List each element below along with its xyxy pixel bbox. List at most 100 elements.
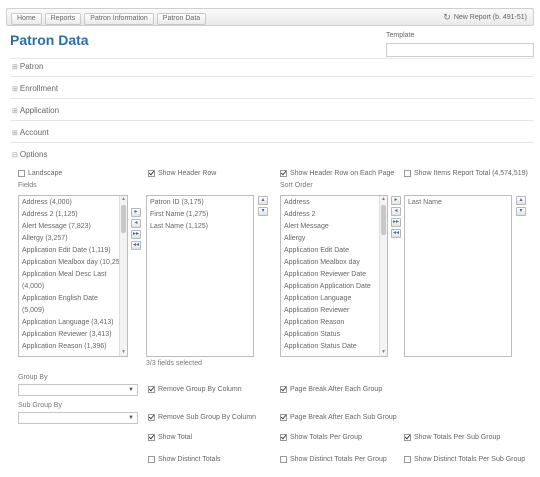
sort-available-item[interactable]: Allergy	[281, 232, 387, 244]
checkbox-box[interactable]	[280, 456, 287, 463]
available-field-item[interactable]: (5,009)	[19, 304, 127, 316]
add-all-fields-button[interactable]: ▸▸	[131, 230, 141, 239]
available-field-item[interactable]: Alert Message (7,823)	[19, 220, 127, 232]
checkbox-box[interactable]	[280, 414, 287, 421]
checkbox-box[interactable]	[280, 386, 287, 393]
add-field-button[interactable]: ▸	[131, 208, 141, 217]
move-field-down-button[interactable]: ▾	[258, 207, 268, 216]
scroll-down-icon[interactable]: ▼	[380, 349, 387, 356]
remove-group-by-column-checkbox[interactable]: Remove Group By Column	[148, 386, 242, 393]
show-header-row-each-page-checkbox[interactable]: Show Header Row on Each Page	[280, 170, 394, 177]
sort-available-item[interactable]: Application Application Date	[281, 280, 387, 292]
sort-available-item[interactable]: Application Status	[281, 328, 387, 340]
new-report-button[interactable]: ↻ New Report (b. 491-51)	[443, 13, 527, 22]
sort-selected-list[interactable]: Last Name	[404, 195, 512, 357]
new-report-label: New Report (b. 491-51)	[453, 14, 527, 21]
section-enrollment[interactable]: ⊞ Enrollment	[12, 84, 58, 93]
add-sort-button[interactable]: ▸	[391, 196, 401, 205]
page-break-each-sub-group-checkbox[interactable]: Page Break After Each Sub Group	[280, 414, 397, 421]
add-all-sort-button[interactable]: ▸▸	[391, 218, 401, 227]
sort-available-item[interactable]: Application Status Date	[281, 340, 387, 352]
scroll-up-icon[interactable]: ▲	[120, 196, 127, 203]
selected-field-item[interactable]: Last Name (1,125)	[147, 220, 253, 232]
sort-available-item[interactable]: Application Reviewer Date	[281, 268, 387, 280]
sort-available-item[interactable]: Address	[281, 196, 387, 208]
show-distinct-totals-per-sub-group-checkbox[interactable]: Show Distinct Totals Per Sub Group	[404, 456, 525, 463]
sort-available-list[interactable]: Address Address 2 Alert Message Allergy Appl…	[280, 195, 388, 357]
remove-all-fields-button[interactable]: ◂◂	[131, 241, 141, 250]
sort-available-item[interactable]: Address 2	[281, 208, 387, 220]
sort-selected-items: Last Name	[405, 196, 511, 208]
available-field-item[interactable]: (4,000)	[19, 280, 127, 292]
checkbox-box[interactable]	[148, 414, 155, 421]
remove-field-button[interactable]: ◂	[131, 219, 141, 228]
template-label: Template	[386, 32, 415, 39]
group-by-select[interactable]: ▼	[18, 384, 138, 396]
checkbox-box[interactable]	[18, 170, 25, 177]
template-input[interactable]	[386, 43, 534, 57]
scroll-thumb[interactable]	[121, 205, 126, 233]
page-break-each-group-checkbox[interactable]: Page Break After Each Group	[280, 386, 382, 393]
selected-fields-list[interactable]: Patron ID (3,175) First Name (1,275) Last …	[146, 195, 254, 357]
checkbox-box[interactable]	[148, 386, 155, 393]
available-field-item[interactable]: Application Language (3,413)	[19, 316, 127, 328]
sub-group-by-select[interactable]: ▼	[18, 412, 138, 424]
show-totals-per-sub-group-checkbox[interactable]: Show Totals Per Sub Group	[404, 434, 500, 441]
checkbox-box[interactable]	[404, 456, 411, 463]
show-header-row-each-page-label: Show Header Row on Each Page	[290, 170, 395, 177]
divider	[10, 98, 534, 99]
scroll-thumb[interactable]	[381, 205, 386, 235]
checkbox-box[interactable]	[148, 456, 155, 463]
show-total-checkbox[interactable]: Show Total	[148, 434, 192, 441]
remove-sort-button[interactable]: ◂	[391, 207, 401, 216]
breadcrumb-patron-data[interactable]: Patron Data	[156, 13, 207, 25]
checkbox-box[interactable]	[280, 170, 287, 177]
section-options[interactable]: ⊟ Options	[12, 150, 47, 159]
remove-sub-group-by-column-checkbox[interactable]: Remove Sub Group By Column	[148, 414, 256, 421]
move-field-up-button[interactable]: ▴	[258, 196, 268, 205]
scrollbar[interactable]: ▲ ▼	[119, 196, 127, 356]
scroll-up-icon[interactable]: ▲	[380, 196, 387, 203]
selected-field-item[interactable]: Patron ID (3,175)	[147, 196, 253, 208]
checkbox-box[interactable]	[404, 434, 411, 441]
checkbox-box[interactable]	[148, 170, 155, 177]
sort-available-item[interactable]: Application Reviewer	[281, 304, 387, 316]
available-fields-list[interactable]: Address (4,000) Address 2 (1,125) Alert Me…	[18, 195, 128, 357]
scroll-down-icon[interactable]: ▼	[120, 349, 127, 356]
checkbox-box[interactable]	[280, 434, 287, 441]
breadcrumb-reports[interactable]: Reports	[44, 13, 82, 25]
show-distinct-totals-per-group-checkbox[interactable]: Show Distinct Totals Per Group	[280, 456, 387, 463]
sort-available-item[interactable]: Alert Message	[281, 220, 387, 232]
move-sort-down-button[interactable]: ▾	[516, 207, 526, 216]
section-application[interactable]: ⊞ Application	[12, 106, 59, 115]
show-totals-per-group-checkbox[interactable]: Show Totals Per Group	[280, 434, 362, 441]
available-field-item[interactable]: Application Edit Date (1,119)	[19, 244, 127, 256]
available-field-item[interactable]: Application Reason (1,396)	[19, 340, 127, 352]
available-field-item[interactable]: Application Mealbox day (10,251)	[19, 256, 127, 268]
selected-field-item[interactable]: First Name (1,275)	[147, 208, 253, 220]
sort-available-item[interactable]: Application Reason	[281, 316, 387, 328]
show-header-row-checkbox[interactable]: Show Header Row	[148, 170, 216, 177]
available-field-item[interactable]: Application Reviewer (3,413)	[19, 328, 127, 340]
checkbox-box[interactable]	[404, 170, 411, 177]
sort-selected-item[interactable]: Last Name	[405, 196, 511, 208]
available-field-item[interactable]: Application Meal Desc Last	[19, 268, 127, 280]
show-distinct-totals-checkbox[interactable]: Show Distinct Totals	[148, 456, 221, 463]
show-items-total-checkbox[interactable]: Show Items Report Total (4,574,519)	[404, 170, 528, 177]
scrollbar[interactable]: ▲ ▼	[379, 196, 387, 356]
breadcrumb-patron-information[interactable]: Patron Information	[84, 13, 154, 25]
available-field-item[interactable]: Application English Date	[19, 292, 127, 304]
remove-all-sort-button[interactable]: ◂◂	[391, 229, 401, 238]
sort-available-item[interactable]: Application Edit Date	[281, 244, 387, 256]
section-patron[interactable]: ⊞ Patron	[12, 62, 43, 71]
checkbox-box[interactable]	[148, 434, 155, 441]
move-sort-up-button[interactable]: ▴	[516, 196, 526, 205]
landscape-checkbox[interactable]: Landscape	[18, 170, 62, 177]
available-field-item[interactable]: Address (4,000)	[19, 196, 127, 208]
sort-available-item[interactable]: Application Mealbox day	[281, 256, 387, 268]
breadcrumb-home[interactable]: Home	[11, 13, 42, 25]
section-account[interactable]: ⊞ Account	[12, 128, 49, 137]
available-field-item[interactable]: Address 2 (1,125)	[19, 208, 127, 220]
available-field-item[interactable]: Allergy (3,257)	[19, 232, 127, 244]
sort-available-item[interactable]: Application Language	[281, 292, 387, 304]
